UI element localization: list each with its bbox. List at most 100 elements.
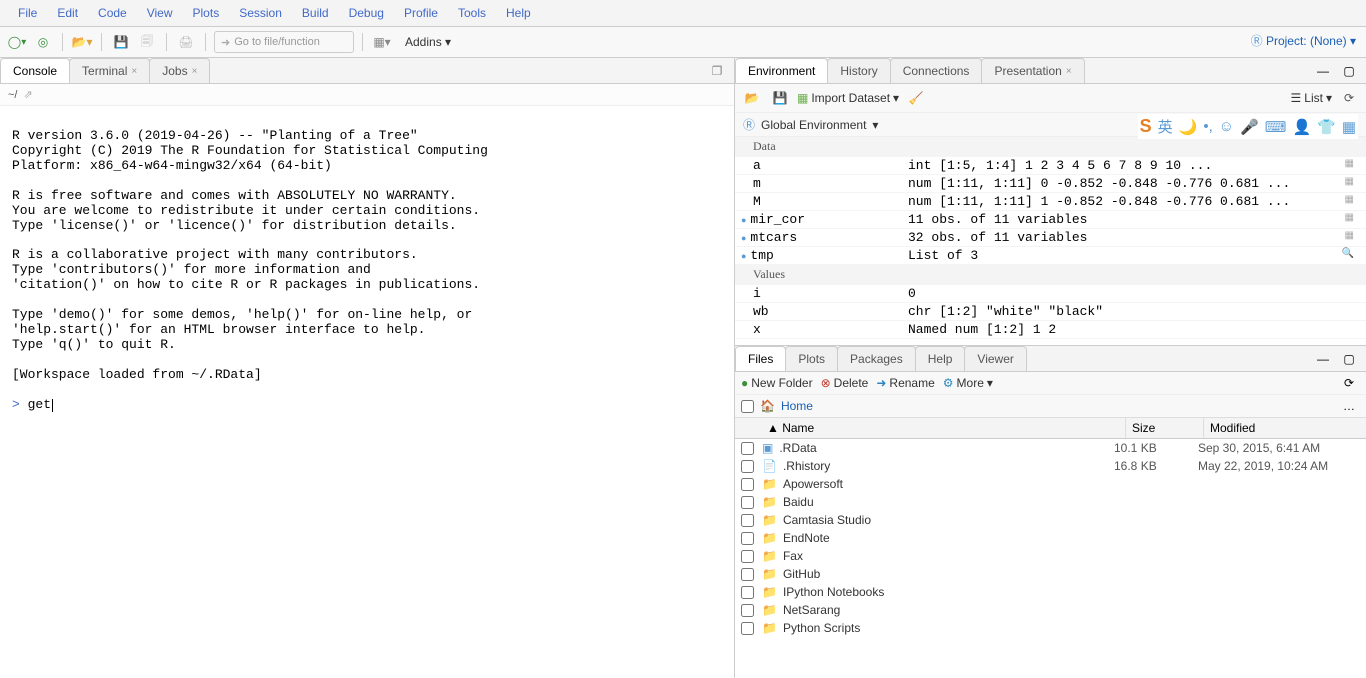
- new-file-icon[interactable]: ◯▾: [6, 31, 28, 53]
- ime-keyboard-icon[interactable]: ⌨: [1265, 118, 1287, 136]
- home-icon[interactable]: 🏠: [760, 399, 775, 413]
- maximize-icon[interactable]: ▢: [1338, 348, 1360, 370]
- file-checkbox[interactable]: [741, 622, 754, 635]
- env-row[interactable]: mtcars32 obs. of 11 variables▦: [735, 229, 1366, 247]
- home-link[interactable]: Home: [781, 399, 813, 413]
- ime-logo-icon[interactable]: S: [1140, 116, 1152, 137]
- col-name[interactable]: ▲ Name: [735, 418, 1126, 438]
- tab-presentation[interactable]: Presentation×: [981, 58, 1084, 83]
- menu-plots[interactable]: Plots: [183, 3, 230, 23]
- file-row[interactable]: 📄.Rhistory16.8 KBMay 22, 2019, 10:24 AM: [735, 457, 1366, 475]
- maximize-icon[interactable]: ▢: [1338, 60, 1360, 82]
- grid-icon[interactable]: ▦: [1345, 158, 1354, 170]
- save-workspace-icon[interactable]: 💾: [769, 87, 791, 109]
- ime-grid-icon[interactable]: ▦: [1342, 118, 1356, 136]
- load-workspace-icon[interactable]: 📂: [741, 87, 763, 109]
- file-row[interactable]: 📁EndNote: [735, 529, 1366, 547]
- tab-connections[interactable]: Connections: [890, 58, 983, 83]
- ime-toolbar[interactable]: S 英 🌙 •, ☺ 🎤 ⌨ 👤 👕 ▦: [1138, 114, 1358, 139]
- file-checkbox[interactable]: [741, 442, 754, 455]
- env-row[interactable]: xNamed num [1:2] 1 2: [735, 321, 1366, 339]
- menu-build[interactable]: Build: [292, 3, 339, 23]
- env-row[interactable]: mir_cor11 obs. of 11 variables▦: [735, 211, 1366, 229]
- menu-view[interactable]: View: [137, 3, 183, 23]
- file-name[interactable]: NetSarang: [783, 603, 1108, 617]
- ime-mic-icon[interactable]: 🎤: [1240, 118, 1259, 136]
- menu-debug[interactable]: Debug: [339, 3, 394, 23]
- addins-dropdown[interactable]: Addins ▾: [397, 32, 459, 52]
- close-icon[interactable]: ×: [1066, 66, 1072, 77]
- file-row[interactable]: 📁GitHub: [735, 565, 1366, 583]
- col-size[interactable]: Size: [1126, 418, 1204, 438]
- col-modified[interactable]: Modified: [1204, 418, 1366, 438]
- menu-help[interactable]: Help: [496, 3, 541, 23]
- more-button[interactable]: ⚙More ▾: [943, 376, 993, 390]
- file-name[interactable]: .RData: [779, 441, 1108, 455]
- window-icon[interactable]: ❐: [706, 60, 728, 82]
- file-name[interactable]: Camtasia Studio: [783, 513, 1108, 527]
- tab-jobs[interactable]: Jobs×: [149, 58, 210, 83]
- tab-terminal[interactable]: Terminal×: [69, 58, 150, 83]
- tab-environment[interactable]: Environment: [735, 58, 828, 83]
- refresh-icon[interactable]: ⟳: [1338, 372, 1360, 394]
- file-row[interactable]: 📁Python Scripts: [735, 619, 1366, 637]
- clear-env-icon[interactable]: 🧹: [905, 87, 927, 109]
- tab-help[interactable]: Help: [915, 346, 966, 371]
- grid-icon[interactable]: ▦: [1345, 194, 1354, 206]
- menu-profile[interactable]: Profile: [394, 3, 448, 23]
- menu-file[interactable]: File: [8, 3, 47, 23]
- ime-comma-icon[interactable]: •,: [1203, 118, 1212, 135]
- file-checkbox[interactable]: [741, 478, 754, 491]
- search-icon[interactable]: 🔍: [1342, 248, 1354, 260]
- grid-icon[interactable]: ▦: [1345, 212, 1354, 224]
- minimize-icon[interactable]: —: [1312, 348, 1334, 370]
- file-row[interactable]: ▣.RData10.1 KBSep 30, 2015, 6:41 AM: [735, 439, 1366, 457]
- env-row[interactable]: aint [1:5, 1:4] 1 2 3 4 5 6 7 8 9 10 ...…: [735, 157, 1366, 175]
- file-checkbox[interactable]: [741, 532, 754, 545]
- rename-button[interactable]: ➜Rename: [876, 376, 934, 390]
- select-all-checkbox[interactable]: [741, 400, 754, 413]
- console-popout-icon[interactable]: ⇗: [23, 88, 32, 101]
- ime-skin-icon[interactable]: 👕: [1317, 118, 1336, 136]
- tab-plots[interactable]: Plots: [785, 346, 838, 371]
- file-row[interactable]: 📁IPython Notebooks: [735, 583, 1366, 601]
- import-dataset-button[interactable]: ▦Import Dataset ▾: [797, 91, 899, 105]
- file-name[interactable]: Fax: [783, 549, 1108, 563]
- menu-edit[interactable]: Edit: [47, 3, 88, 23]
- list-view-dropdown[interactable]: ☰ List ▾: [1291, 91, 1332, 105]
- ime-moon-icon[interactable]: 🌙: [1179, 118, 1198, 136]
- close-icon[interactable]: ×: [131, 66, 137, 77]
- grid-icon[interactable]: ▦: [1345, 176, 1354, 188]
- file-row[interactable]: 📁Camtasia Studio: [735, 511, 1366, 529]
- delete-button[interactable]: ⊗Delete: [821, 376, 869, 390]
- file-name[interactable]: Baidu: [783, 495, 1108, 509]
- open-file-icon[interactable]: 📂▾: [71, 31, 93, 53]
- env-row[interactable]: mnum [1:11, 1:11] 0 -0.852 -0.848 -0.776…: [735, 175, 1366, 193]
- file-checkbox[interactable]: [741, 550, 754, 563]
- file-checkbox[interactable]: [741, 496, 754, 509]
- file-name[interactable]: GitHub: [783, 567, 1108, 581]
- goto-file-input[interactable]: ➜ Go to file/function: [214, 31, 354, 53]
- menu-tools[interactable]: Tools: [448, 3, 496, 23]
- env-row[interactable]: wbchr [1:2] "white" "black": [735, 303, 1366, 321]
- env-row[interactable]: i0: [735, 285, 1366, 303]
- file-name[interactable]: Python Scripts: [783, 621, 1108, 635]
- tab-viewer[interactable]: Viewer: [964, 346, 1026, 371]
- ime-lang-icon[interactable]: 英: [1158, 116, 1173, 137]
- file-row[interactable]: 📁Apowersoft: [735, 475, 1366, 493]
- close-icon[interactable]: ×: [192, 66, 198, 77]
- file-checkbox[interactable]: [741, 586, 754, 599]
- file-checkbox[interactable]: [741, 604, 754, 617]
- file-name[interactable]: EndNote: [783, 531, 1108, 545]
- refresh-icon[interactable]: ⟳: [1338, 87, 1360, 109]
- file-row[interactable]: 📁Fax: [735, 547, 1366, 565]
- tab-packages[interactable]: Packages: [837, 346, 916, 371]
- grid-icon[interactable]: ▦: [1345, 230, 1354, 242]
- save-all-icon[interactable]: 🗐: [136, 31, 158, 53]
- file-name[interactable]: IPython Notebooks: [783, 585, 1108, 599]
- ime-user-icon[interactable]: 👤: [1292, 118, 1311, 136]
- file-row[interactable]: 📁NetSarang: [735, 601, 1366, 619]
- file-checkbox[interactable]: [741, 514, 754, 527]
- console-output[interactable]: R version 3.6.0 (2019-04-26) -- "Plantin…: [0, 106, 734, 678]
- project-selector[interactable]: Ⓡ Project: (None) ▾: [1251, 32, 1356, 49]
